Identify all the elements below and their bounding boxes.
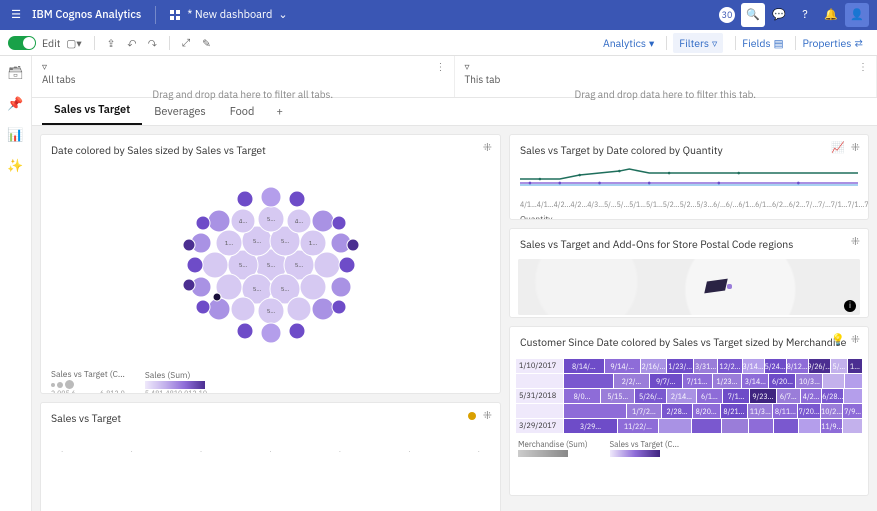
- filter-icon: ▿: [465, 60, 470, 73]
- svg-text:5...: 5...: [252, 237, 261, 245]
- share-icon[interactable]: ⇪: [107, 36, 116, 50]
- add-tab-button[interactable]: +: [266, 99, 293, 125]
- treemap-legend: Merchandise (Sum) Sales vs Target (C...: [510, 438, 868, 459]
- properties-link[interactable]: Properties ⇄: [802, 36, 863, 50]
- treemap-viz: 1/10/20178/14/...9/14/...2/16/...1/23/..…: [510, 357, 868, 438]
- analytics-link[interactable]: Analytics ▾: [603, 36, 654, 50]
- filter-this-tab[interactable]: ▿ ⋮ This tab Drag and drop data here to …: [455, 56, 877, 97]
- map-viz[interactable]: i: [518, 259, 860, 315]
- card-line[interactable]: Sales vs Target by Date colored by Quant…: [509, 134, 869, 220]
- map-info-icon[interactable]: i: [844, 300, 856, 312]
- card-sales-vs-target[interactable]: Sales vs Target ⁜ ·······: [40, 402, 501, 511]
- svg-text:5...: 5...: [238, 261, 247, 269]
- filter-all-tabs[interactable]: ▿ ⋮ All tabs Drag and drop data here to …: [32, 56, 455, 97]
- svg-text:4...: 4...: [294, 217, 303, 225]
- bubble-chart: 5... 5... 5... 5... 5... 5... 5... 5... 5... 4…: [41, 165, 500, 365]
- svg-text:5...: 5...: [252, 285, 261, 293]
- undo-icon[interactable]: ↶: [127, 36, 136, 50]
- bell-icon[interactable]: 🔔: [819, 3, 843, 27]
- svg-text:5...: 5...: [266, 215, 275, 223]
- card-menu-icon[interactable]: ⁜: [851, 141, 860, 155]
- visualizations-icon[interactable]: 📊: [7, 126, 23, 143]
- chart-type-icon[interactable]: 📈: [831, 141, 845, 155]
- sources-icon[interactable]: 🗃: [7, 64, 24, 81]
- dashboard-name: * New dashboard: [187, 8, 272, 22]
- card-menu-icon[interactable]: ⁜: [851, 333, 860, 347]
- card-menu-icon[interactable]: ⁜: [851, 235, 860, 249]
- help-icon[interactable]: ?: [793, 3, 817, 27]
- more-icon[interactable]: ⋮: [436, 60, 446, 73]
- svg-text:5...: 5...: [294, 261, 303, 269]
- line-x-axis: 4/1...4/1...4/2...4/2...4/3...5/...5/...…: [510, 198, 868, 211]
- svg-text:4...: 4...: [238, 217, 247, 225]
- filter-icon: ▿: [42, 60, 47, 73]
- fields-link[interactable]: Fields ▤: [742, 36, 783, 50]
- divider: [155, 6, 156, 24]
- dashboard-tabs: Sales vs Target Beverages Food +: [32, 98, 877, 126]
- tab-sales-vs-target[interactable]: Sales vs Target: [42, 97, 142, 125]
- filter-dropzones: ▿ ⋮ All tabs Drag and drop data here to …: [32, 56, 877, 98]
- search-icon[interactable]: 🔍: [741, 3, 765, 27]
- card-menu-icon[interactable]: ⁜: [483, 141, 492, 155]
- edit-toolbar: Edit ▢▾ ⇪ ↶ ↷ ⤢ ✎ Analytics ▾ Filters ▿ …: [0, 30, 877, 56]
- card-title: Sales vs Target by Date colored by Quant…: [510, 135, 868, 165]
- grid-icon: [170, 10, 181, 21]
- warning-status-icon: [468, 412, 476, 420]
- svg-text:5...: 5...: [280, 237, 289, 245]
- tab-food[interactable]: Food: [218, 99, 267, 125]
- svg-text:5...: 5...: [266, 307, 275, 315]
- card-title: Customer Since Date colored by Sales vs …: [510, 327, 868, 357]
- map-region-icon: [704, 279, 727, 294]
- empty-axis: ·······: [41, 433, 500, 470]
- card-bubble[interactable]: Date colored by Sales sized by Sales vs …: [40, 134, 501, 394]
- edit-label: Edit: [42, 36, 60, 50]
- dashboard-switcher[interactable]: * New dashboard ⌄: [170, 8, 287, 22]
- more-tools-icon[interactable]: ✎: [202, 36, 211, 50]
- more-icon[interactable]: ⋮: [858, 60, 868, 73]
- save-menu-icon[interactable]: ▢▾: [66, 36, 81, 50]
- widgets-icon[interactable]: ✨: [7, 157, 23, 174]
- line-legend: Quantity 12345: [510, 211, 868, 220]
- bubble-legend: Sales vs Target (C... 2,095.66,812.9 Sal…: [41, 365, 500, 394]
- card-treemap[interactable]: Customer Since Date colored by Sales vs …: [509, 326, 869, 496]
- brand-label: IBM Cognos Analytics: [32, 8, 141, 22]
- tab-beverages[interactable]: Beverages: [142, 99, 218, 125]
- filters-link[interactable]: Filters ▿: [673, 33, 723, 53]
- expand-icon[interactable]: ⤢: [182, 35, 190, 50]
- svg-text:5...: 5...: [280, 285, 289, 293]
- app-header: ☰ IBM Cognos Analytics * New dashboard ⌄…: [0, 0, 877, 30]
- notifications-badge[interactable]: 30: [715, 3, 739, 27]
- left-rail: 🗃 📌 📊 ✨: [0, 56, 32, 511]
- redo-icon[interactable]: ↷: [148, 36, 157, 50]
- menu-icon[interactable]: ☰: [8, 8, 24, 22]
- card-menu-icon[interactable]: ⁜: [483, 409, 492, 423]
- pin-icon[interactable]: 📌: [7, 95, 23, 112]
- line-chart: [510, 165, 868, 198]
- map-point-icon: [727, 284, 732, 289]
- svg-text:1...: 1...: [308, 239, 317, 247]
- user-avatar-icon[interactable]: 👤: [845, 3, 869, 27]
- card-title: Date colored by Sales sized by Sales vs …: [41, 135, 500, 165]
- svg-text:5...: 5...: [266, 261, 275, 269]
- lightbulb-icon[interactable]: 💡: [831, 333, 845, 347]
- chat-icon[interactable]: 💬: [767, 3, 791, 27]
- card-title: Sales vs Target: [41, 403, 131, 433]
- svg-text:1...: 1...: [224, 239, 233, 247]
- chevron-down-icon: ⌄: [278, 8, 287, 22]
- card-title: Sales vs Target and Add-Ons for Store Po…: [510, 229, 868, 259]
- card-map[interactable]: Sales vs Target and Add-Ons for Store Po…: [509, 228, 869, 318]
- edit-toggle[interactable]: [8, 36, 36, 50]
